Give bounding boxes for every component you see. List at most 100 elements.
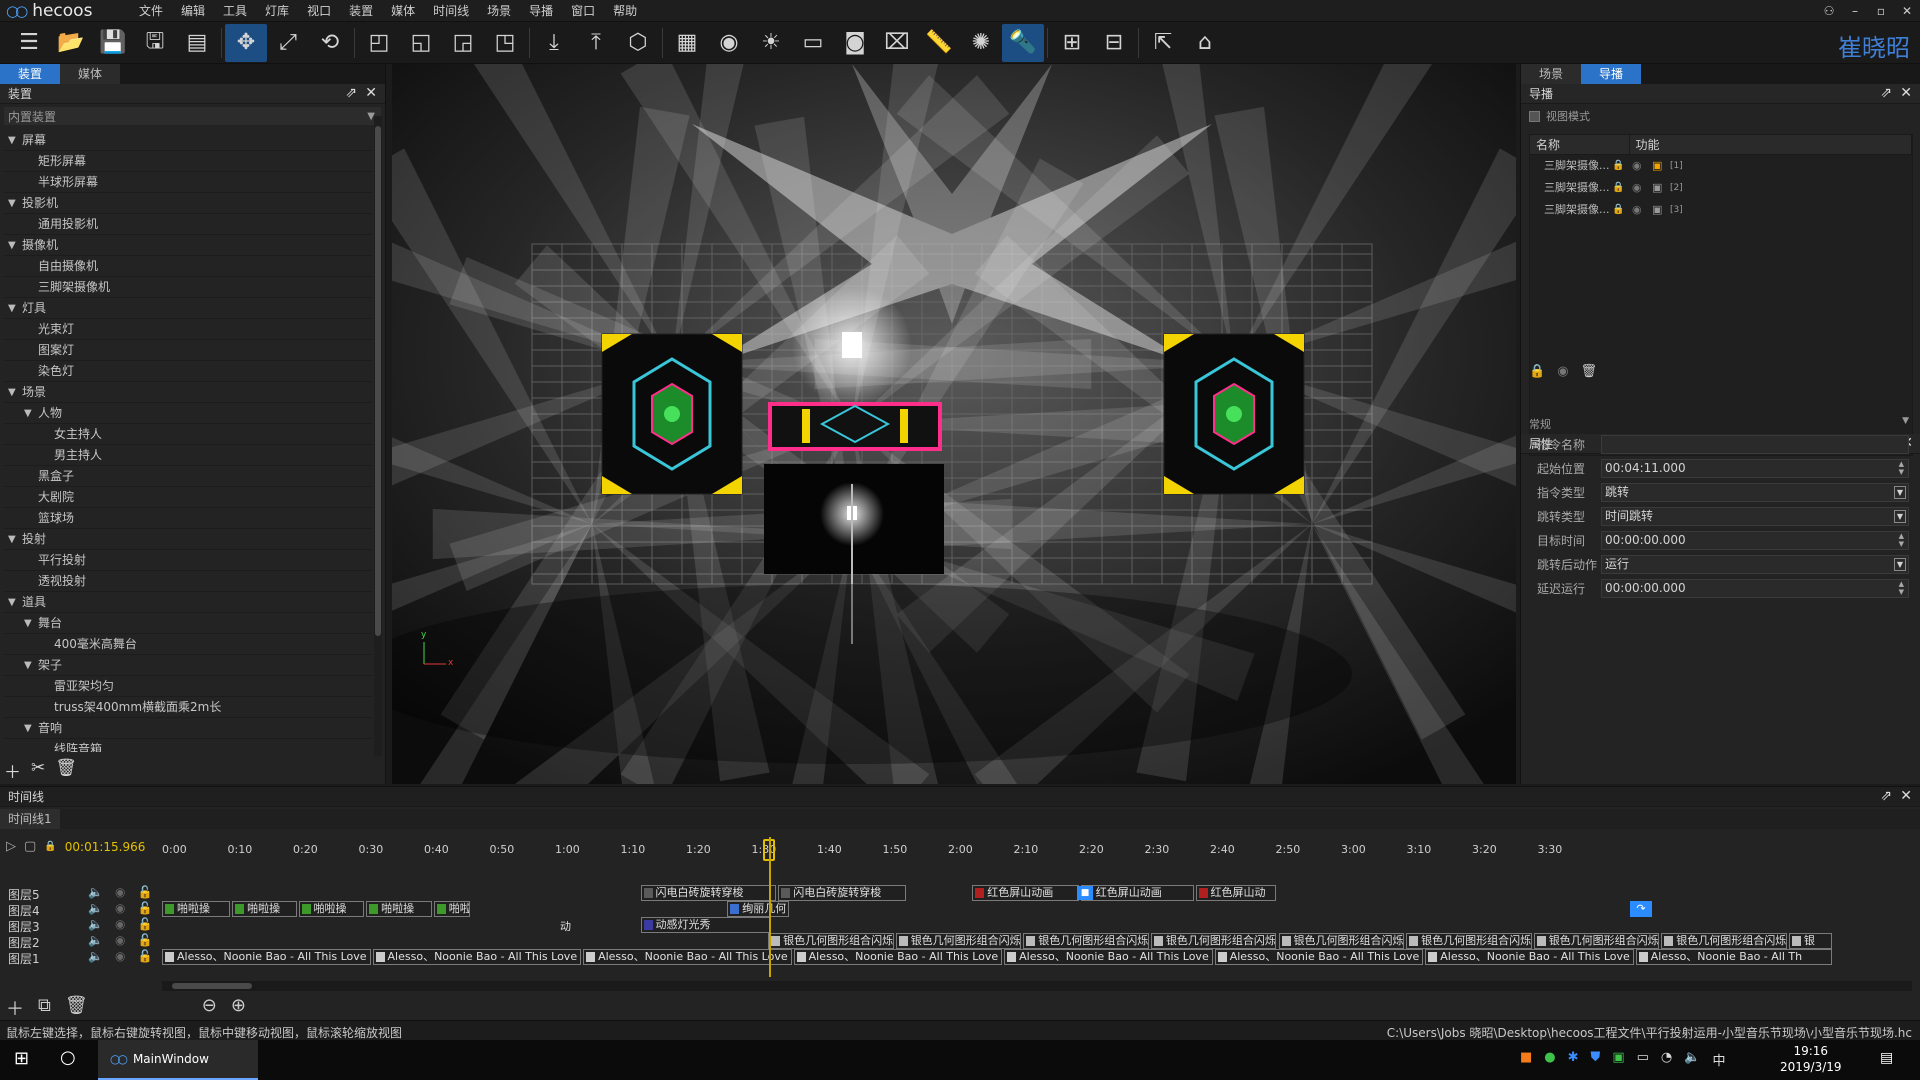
trash-icon[interactable]: 🗑 <box>65 995 88 1021</box>
volume-icon[interactable]: 🔈 <box>88 917 103 931</box>
expand-arrow-icon[interactable]: ▼ <box>8 235 16 256</box>
tree-item[interactable]: 自由摄像机 <box>4 256 372 277</box>
property-select[interactable]: 跳转 ▼ <box>1601 482 1909 502</box>
tree-item[interactable]: 染色灯 <box>4 361 372 382</box>
close-icon[interactable]: ✕ <box>1900 788 1912 804</box>
scale-icon[interactable]: ⤢ <box>267 24 309 62</box>
restore-button[interactable]: ▫ <box>1868 0 1894 22</box>
eye-icon[interactable]: ◉ <box>115 949 125 963</box>
chevron-down-icon[interactable]: ▼ <box>1894 557 1906 571</box>
close-icon[interactable]: ✕ <box>365 85 377 101</box>
zoom-out-icon[interactable]: ⊖ <box>202 995 217 1021</box>
tree-item[interactable]: ▼ 道具 <box>4 592 372 613</box>
tree-item[interactable]: 三脚架摄像机 <box>4 277 372 298</box>
camera-row[interactable]: 三脚架摄像... 🔒 ◉ ▣ [3] <box>1530 199 1912 221</box>
lock-icon[interactable]: 🔓 <box>137 901 152 915</box>
tab-director[interactable]: 导播 <box>1581 64 1642 84</box>
tree-item[interactable]: 平行投射 <box>4 550 372 571</box>
timeline-hscroll[interactable] <box>162 981 1912 991</box>
tree-item[interactable]: ▼ 架子 <box>4 655 372 676</box>
tree-item[interactable]: ▼ 投射 <box>4 529 372 550</box>
close-button[interactable]: ✕ <box>1894 0 1920 22</box>
eye-icon[interactable]: ◉ <box>115 917 125 931</box>
timeline-clip[interactable]: Alesso、Noonie Bao - All This Love <box>1425 949 1634 965</box>
tools-icon[interactable]: ✂ <box>31 758 45 783</box>
stop-icon[interactable]: ▢ <box>24 839 36 854</box>
menu-item-0[interactable]: 文件 <box>130 0 172 22</box>
menu-item-5[interactable]: 装置 <box>340 0 382 22</box>
camera-row[interactable]: 三脚架摄像... 🔒 ◉ ▣ [2] <box>1530 177 1912 199</box>
save-icon[interactable]: 💾 <box>92 24 134 62</box>
tree-item[interactable]: 雷亚架均匀 <box>4 676 372 697</box>
tree-item[interactable]: 线阵音箱 <box>4 739 372 752</box>
tree-item[interactable]: ▼ 投影机 <box>4 193 372 214</box>
play-icon[interactable]: ▷ <box>6 839 16 854</box>
column-name[interactable]: 名称 <box>1530 135 1630 154</box>
network-icon[interactable]: ◔ <box>1661 1050 1672 1069</box>
property-field[interactable] <box>1601 434 1909 454</box>
menu-item-10[interactable]: 窗口 <box>562 0 604 22</box>
close-icon[interactable]: ✕ <box>1900 85 1912 101</box>
camera-icon[interactable]: ▣ <box>1652 155 1662 177</box>
move-icon[interactable]: ✥ <box>225 23 267 62</box>
expand-arrow-icon[interactable]: ▼ <box>24 613 32 634</box>
tab-scene[interactable]: 场景 <box>1521 64 1582 84</box>
tree-item[interactable]: ▼ 屏幕 <box>4 130 372 151</box>
expand-arrow-icon[interactable]: ▼ <box>8 529 16 550</box>
start-icon[interactable]: ⊞ <box>14 1048 29 1069</box>
column-function[interactable]: 功能 <box>1630 135 1912 154</box>
tree-item[interactable]: ▼ 人物 <box>4 403 372 424</box>
spinner-icon[interactable]: ▲ ▼ <box>1899 532 1904 548</box>
category-select[interactable]: 内置装置 ▼ <box>4 107 381 125</box>
lift-icon[interactable]: ⤒ <box>575 24 617 62</box>
volume-icon[interactable]: 🔈 <box>1684 1050 1700 1069</box>
menu-item-9[interactable]: 导播 <box>520 0 562 22</box>
rotate-icon[interactable]: ⟲ <box>309 24 351 62</box>
bluetooth-icon[interactable]: ✱ <box>1568 1050 1579 1069</box>
expand-arrow-icon[interactable]: ▼ <box>8 130 16 151</box>
tree-item[interactable]: truss架400mm横截面乘2m长 <box>4 697 372 718</box>
wechat-icon[interactable]: ● <box>1544 1050 1555 1069</box>
camera-icon[interactable]: ▣ <box>1652 199 1662 221</box>
tree-item[interactable]: 透视投射 <box>4 571 372 592</box>
volume-icon[interactable]: 🔈 <box>88 933 103 947</box>
expand-arrow-icon[interactable]: ▼ <box>24 655 32 676</box>
lock-icon[interactable]: 🔒 <box>1612 177 1624 199</box>
spinner-icon[interactable]: ▲ ▼ <box>1899 460 1904 476</box>
duplicate-layer-icon[interactable]: ⧉ <box>38 995 51 1021</box>
scene-list-icon[interactable]: ☰ <box>8 24 50 62</box>
tree-item[interactable]: 男主持人 <box>4 445 372 466</box>
notification-icon[interactable]: ▤ <box>1880 1050 1893 1066</box>
eye-icon[interactable]: ◉ <box>1557 364 1568 379</box>
expand-arrow-icon[interactable]: ▼ <box>8 193 16 214</box>
minimize-button[interactable]: – <box>1842 0 1868 22</box>
export-icon[interactable]: ⇱ <box>1142 24 1184 62</box>
property-field[interactable]: 00:00:00.000 ▲ ▼ <box>1601 578 1909 598</box>
clock[interactable]: 19:16 2019/3/19 <box>1780 1043 1842 1075</box>
tree-item[interactable]: ▼ 灯具 <box>4 298 372 319</box>
timeline-clip[interactable]: Alesso、Noonie Bao - All Th <box>1635 949 1832 965</box>
expand-arrow-icon[interactable]: ▼ <box>24 718 32 739</box>
tree-scrollbar[interactable] <box>374 116 382 756</box>
tab-media[interactable]: 媒体 <box>60 64 121 84</box>
tree-item[interactable]: 通用投影机 <box>4 214 372 235</box>
fps-icon[interactable]: ▭ <box>792 24 834 62</box>
tree-item[interactable]: 黑盒子 <box>4 466 372 487</box>
eye-icon[interactable]: ◉ <box>115 901 125 915</box>
menu-item-2[interactable]: 工具 <box>214 0 256 22</box>
eye-icon[interactable]: ◉ <box>708 24 750 62</box>
align-d-icon[interactable]: ◳ <box>484 24 526 62</box>
tree-item[interactable]: 大剧院 <box>4 487 372 508</box>
menu-item-7[interactable]: 时间线 <box>424 0 478 22</box>
align-c-icon[interactable]: ◲ <box>442 24 484 62</box>
add-layer-icon[interactable]: ＋ <box>6 995 24 1021</box>
save-as-icon[interactable]: 🖫 <box>134 24 176 62</box>
tree-item[interactable]: 400毫米高舞台 <box>4 634 372 655</box>
tree-item[interactable]: ▼ 舞台 <box>4 613 372 634</box>
home-icon[interactable]: ⌂ <box>1184 24 1226 62</box>
hscroll-thumb[interactable] <box>172 983 252 989</box>
menu-item-1[interactable]: 编辑 <box>172 0 214 22</box>
timeline-layer[interactable]: 图层1 🔈 ◉ 🔓 Alesso、Noonie Bao - All This Love A… <box>0 947 1920 967</box>
eye-icon[interactable]: ◉ <box>1632 177 1642 199</box>
menu-item-4[interactable]: 视口 <box>298 0 340 22</box>
